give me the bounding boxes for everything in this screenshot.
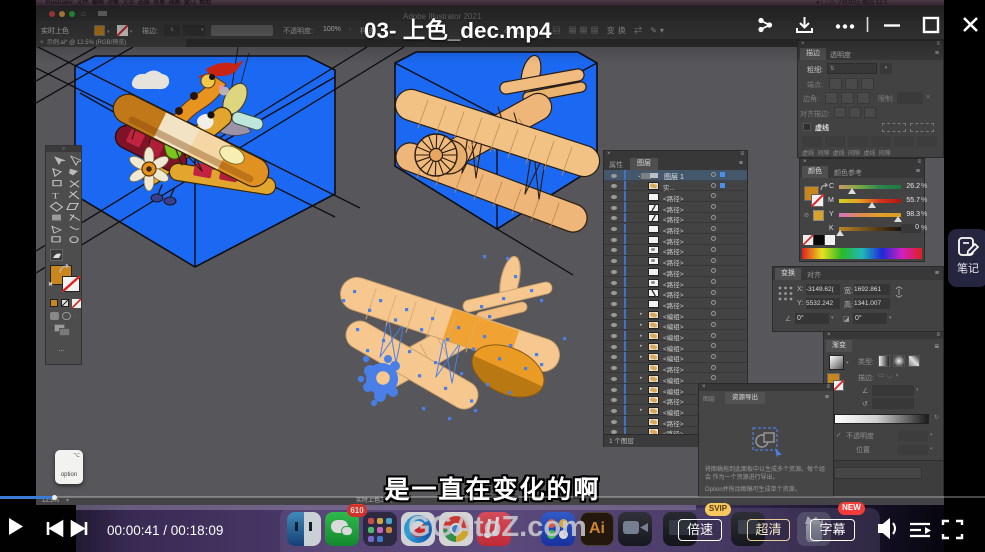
svg-text:T: T	[52, 192, 59, 201]
